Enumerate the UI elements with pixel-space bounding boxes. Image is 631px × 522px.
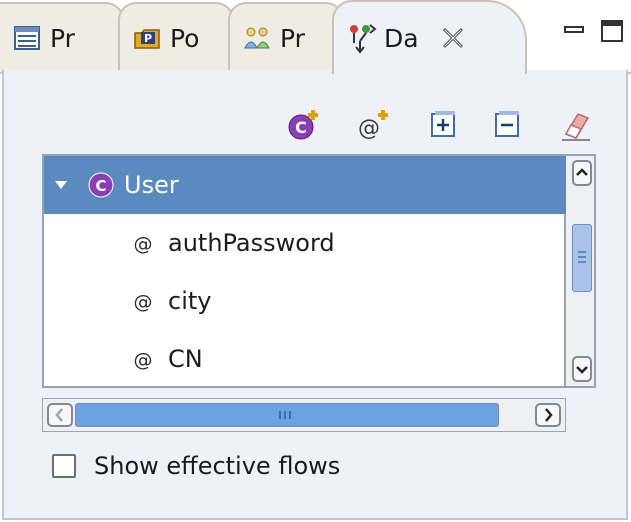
tree-node-label: authPassword (168, 229, 335, 257)
tab-label: Po (170, 23, 200, 53)
data-flow-icon (350, 24, 377, 54)
svg-text:@: @ (358, 116, 380, 141)
vertical-scrollbar[interactable] (566, 154, 596, 388)
tree-content: C User @ authPassword @ city @ CN (44, 156, 572, 388)
grip-icon (578, 251, 586, 263)
scroll-up-button[interactable] (572, 160, 592, 186)
add-attribute-icon[interactable]: @ (356, 108, 390, 142)
tab-label: Pr (280, 23, 305, 53)
scroll-right-button[interactable] (535, 403, 561, 427)
tree-node-user[interactable]: C User (44, 156, 572, 214)
chevron-right-icon (545, 408, 553, 422)
attribute-at-icon: @ (134, 291, 153, 312)
window-controls (561, 18, 625, 44)
attribute-at-icon: @ (134, 349, 153, 370)
tab-projects[interactable]: Pr (0, 2, 124, 72)
maximize-icon[interactable] (599, 18, 625, 44)
show-effective-flows-option: Show effective flows (52, 452, 340, 480)
view-window: Pr P Po Pr Da C @ C User @ authPassword … (0, 0, 631, 522)
list-view-icon (14, 26, 40, 50)
class-c-icon: C (88, 172, 114, 198)
tree-node-label: CN (168, 345, 203, 373)
chevron-up-icon (576, 168, 588, 176)
chevron-left-icon (55, 408, 63, 422)
tab-label: Pr (50, 23, 75, 53)
tab-data-flow[interactable]: Da (332, 0, 527, 74)
view-toolbar: C @ (286, 108, 606, 148)
data-flow-tree[interactable]: C User @ authPassword @ city @ CN (42, 154, 572, 388)
close-icon[interactable] (441, 26, 465, 50)
tab-profiles[interactable]: Pr (228, 2, 344, 72)
svg-text:@: @ (134, 349, 153, 370)
svg-text:C: C (95, 177, 106, 195)
attribute-at-icon: @ (134, 233, 153, 254)
tab-strip: Pr P Po Pr Da (0, 0, 631, 74)
svg-text:C: C (295, 118, 307, 137)
svg-text:@: @ (134, 233, 153, 254)
add-class-icon[interactable]: C (286, 108, 320, 142)
horizontal-scrollbar[interactable] (42, 398, 566, 432)
scroll-left-button[interactable] (47, 403, 73, 427)
people-icon (244, 27, 270, 49)
tree-node-attribute[interactable]: @ CN (44, 330, 572, 388)
tree-node-label: User (124, 171, 179, 199)
scroll-down-button[interactable] (572, 356, 592, 382)
tree-node-attribute[interactable]: @ authPassword (44, 214, 572, 272)
checkbox-label[interactable]: Show effective flows (94, 452, 340, 480)
package-p-icon: P (134, 29, 160, 49)
grip-icon (279, 411, 291, 419)
tab-packages[interactable]: P Po (118, 2, 234, 72)
expand-all-icon[interactable] (426, 108, 460, 142)
expanded-triangle-icon[interactable] (54, 178, 68, 192)
vertical-scroll-thumb[interactable] (572, 224, 592, 292)
tree-node-attribute[interactable]: @ city (44, 272, 572, 330)
svg-text:@: @ (134, 291, 153, 312)
horizontal-scroll-thumb[interactable] (75, 403, 499, 427)
tab-label: Da (384, 23, 419, 53)
eraser-icon[interactable] (558, 108, 592, 142)
show-effective-flows-checkbox[interactable] (52, 454, 76, 478)
svg-text:P: P (144, 32, 152, 45)
tree-node-label: city (168, 287, 212, 315)
minimize-icon[interactable] (561, 18, 587, 44)
chevron-down-icon (576, 366, 588, 374)
collapse-all-icon[interactable] (490, 108, 524, 142)
